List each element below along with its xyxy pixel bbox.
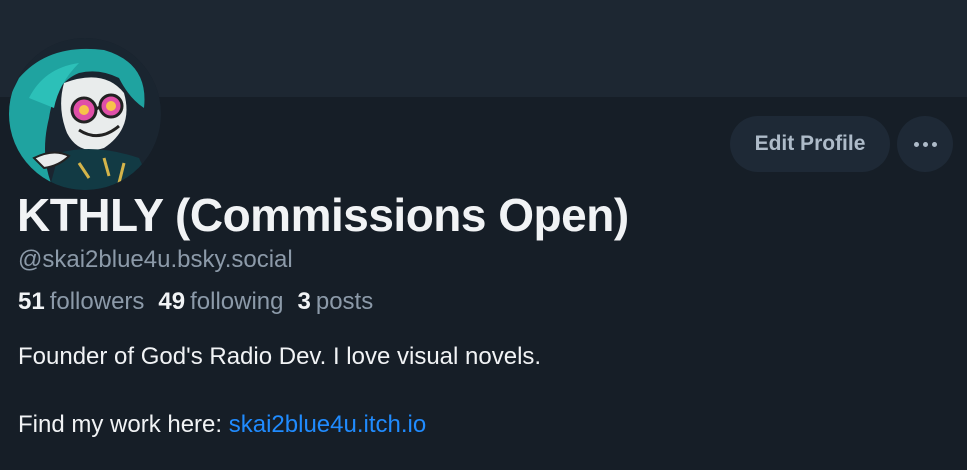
bio-line-1: Founder of God's Radio Dev. I love visua…	[18, 343, 542, 370]
avatar[interactable]	[9, 38, 161, 190]
followers-label: followers	[49, 288, 145, 315]
profile-page: Edit Profile KTHLY (Commissions Open) @s…	[0, 0, 967, 470]
following-label: following	[190, 288, 284, 315]
bio-line-2: Find my work here: skai2blue4u.itch.io	[18, 408, 541, 442]
display-name: KTHLY (Commissions Open)	[17, 189, 629, 241]
bio-link[interactable]: skai2blue4u.itch.io	[229, 411, 426, 438]
edit-profile-button[interactable]: Edit Profile	[730, 116, 890, 172]
followers-stat[interactable]: 51 followers	[18, 288, 144, 316]
avatar-illustration-icon	[9, 38, 161, 190]
posts-count: 3	[297, 288, 311, 315]
posts-stat: 3 posts	[298, 288, 374, 316]
following-stat[interactable]: 49 following	[158, 288, 283, 316]
following-count: 49	[158, 288, 186, 315]
followers-count: 51	[18, 288, 45, 315]
bio-link-prefix: Find my work here:	[18, 411, 223, 438]
more-options-button[interactable]	[897, 116, 953, 172]
profile-bio: Founder of God's Radio Dev. I love visua…	[18, 340, 541, 442]
posts-label: posts	[315, 288, 374, 315]
handle: @skai2blue4u.bsky.social	[18, 246, 293, 273]
ellipsis-icon	[913, 141, 937, 147]
profile-stats: 51 followers 49 following 3 posts	[18, 288, 373, 316]
